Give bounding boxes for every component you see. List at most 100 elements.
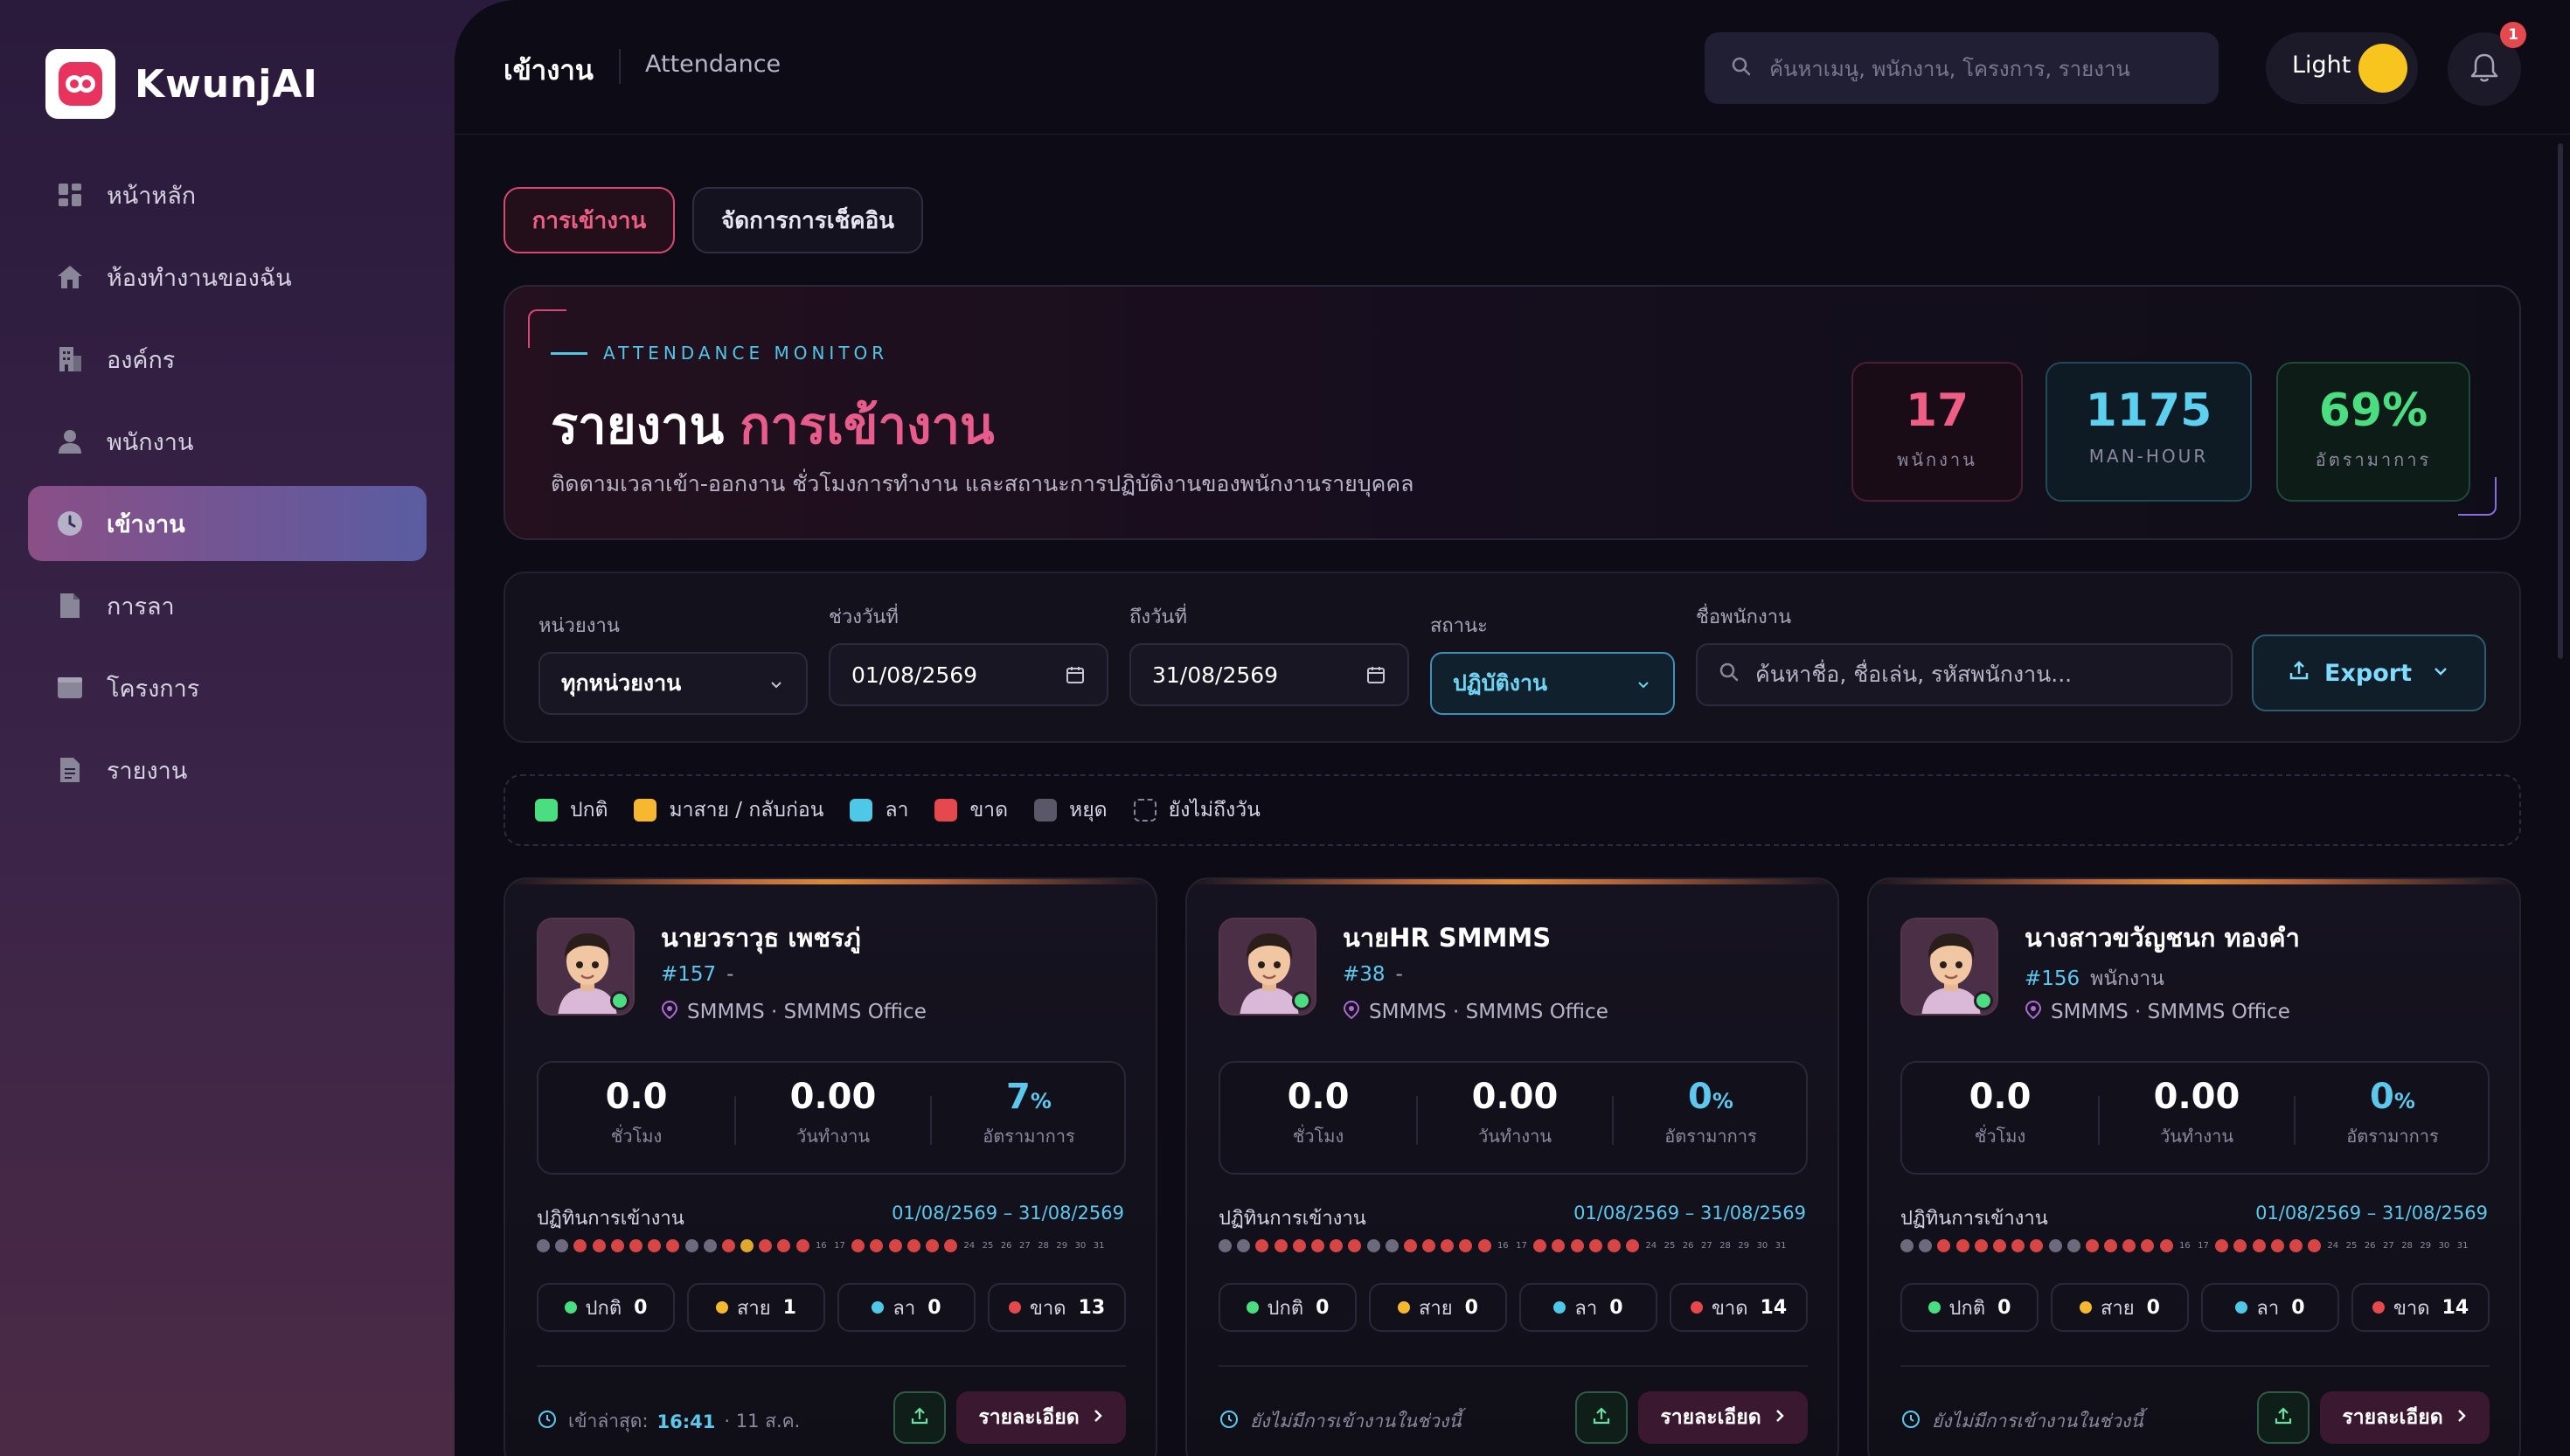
- sidebar-item-home[interactable]: หน้าหลัก: [28, 157, 427, 232]
- upload-button[interactable]: [1575, 1391, 1628, 1444]
- sidebar-item-label: รายงาน: [107, 757, 188, 785]
- sidebar-item-organization[interactable]: องค์กร: [28, 322, 427, 397]
- metric-hours: 0.0 ชั่วโมง: [1902, 1077, 2098, 1150]
- calendar-day: 24: [963, 1241, 976, 1251]
- calendar-day: [1919, 1239, 1933, 1252]
- dashboard-icon: [54, 179, 86, 211]
- stat-label: MAN-HOUR: [2088, 446, 2209, 467]
- upload-button[interactable]: [893, 1391, 946, 1444]
- employee-search-input[interactable]: ค้นหาชื่อ, ชื่อเล่น, รหัสพนักงาน...: [1696, 643, 2233, 706]
- avatar: [1219, 918, 1316, 1016]
- status-count-pill: ลา 0: [2201, 1283, 2339, 1332]
- status-count-pill: ขาด 14: [2351, 1283, 2490, 1332]
- sidebar-item-label: ห้องทำงานของฉัน: [107, 264, 292, 292]
- calendar-day: 17: [834, 1241, 845, 1251]
- stat-employees: 17 พนักงาน: [1851, 362, 2023, 502]
- status-counts: ปกติ 0 สาย 1 ลา 0 ขาด 13: [537, 1283, 1126, 1332]
- metric-workdays: 0.00 วันทำงาน: [2099, 1077, 2295, 1150]
- details-button[interactable]: รายละเอียด: [1638, 1391, 1808, 1444]
- legend-item-holiday: หยุด: [1034, 794, 1108, 826]
- attendance-calendar-label: ปฏิทินการเข้างาน: [537, 1208, 684, 1230]
- metric-hours: 0.0 ชั่วโมง: [1220, 1077, 1416, 1150]
- building-icon: [54, 343, 86, 375]
- location-text: SMMMS · SMMMS Office: [687, 1001, 927, 1023]
- employee-role: -: [726, 963, 734, 986]
- sidebar-item-leave[interactable]: การลา: [28, 568, 427, 643]
- notification-button[interactable]: 1: [2448, 22, 2526, 106]
- tab-checkin-management[interactable]: จัดการการเช็คอิน: [692, 187, 923, 253]
- metric-value: 0%: [2295, 1077, 2490, 1117]
- export-label: Export: [2324, 659, 2412, 687]
- sidebar-item-label: องค์กร: [107, 346, 176, 374]
- status-count-pill: ลา 0: [837, 1283, 976, 1332]
- calendar-day: [1366, 1239, 1380, 1252]
- from-date-label: ช่วงวันที่: [829, 607, 899, 628]
- clock-icon: [537, 1409, 568, 1434]
- employee-id: #38-: [1343, 963, 1403, 986]
- status-count-label: ปกติ: [585, 1297, 622, 1320]
- department-select[interactable]: ทุกหน่วยงาน: [538, 652, 808, 715]
- status-dot: [1008, 1301, 1021, 1314]
- location-pin-icon: [661, 1000, 687, 1024]
- sidebar-item-reports[interactable]: รายงาน: [28, 732, 427, 808]
- legend-swatch: [535, 799, 558, 822]
- tab-attendance[interactable]: การเข้างาน: [504, 187, 675, 253]
- to-date-input[interactable]: 31/08/2569: [1129, 643, 1409, 706]
- calendar-day: 26: [1000, 1241, 1012, 1251]
- details-label: รายละเอียด: [2342, 1406, 2443, 1429]
- hero-kicker: ATTENDANCE MONITOR: [603, 343, 889, 364]
- sidebar-item-my-workspace[interactable]: ห้องทำงานของฉัน: [28, 239, 427, 315]
- folder-icon: [54, 672, 86, 704]
- status-dot: [2080, 1301, 2092, 1314]
- sidebar-item-employees[interactable]: พนักงาน: [28, 404, 427, 479]
- calendar-day: 17: [2198, 1241, 2209, 1251]
- calendar-day: [1974, 1239, 1988, 1252]
- metric-label: อัตรามาการ: [1664, 1126, 1757, 1147]
- upload-icon: [2288, 659, 2310, 688]
- calendar-day: [610, 1239, 624, 1252]
- status-dot: [1553, 1301, 1566, 1314]
- upload-button[interactable]: [2257, 1391, 2310, 1444]
- to-date-label: ถึงวันที่: [1129, 607, 1187, 628]
- calendar-day: [1937, 1239, 1951, 1252]
- status-count-value: 0: [2146, 1296, 2160, 1319]
- status-select[interactable]: ปฏิบัติงาน: [1430, 652, 1675, 715]
- global-search-input[interactable]: ค้นหาเมนู, พนักงาน, โครงการ, รายงาน: [1705, 32, 2219, 104]
- details-button[interactable]: รายละเอียด: [2320, 1391, 2490, 1444]
- rate-unit: %: [1712, 1089, 1733, 1113]
- calendar-day: 29: [2420, 1241, 2432, 1251]
- from-date-input[interactable]: 01/08/2569: [829, 643, 1108, 706]
- calendar-day: [2030, 1239, 2044, 1252]
- legend-item-normal: ปกติ: [535, 794, 608, 826]
- location-text: SMMMS · SMMMS Office: [2051, 1001, 2290, 1023]
- sidebar-item-projects[interactable]: โครงการ: [28, 650, 427, 725]
- metrics-box: 0.0 ชั่วโมง 0.00 วันทำงาน 0% อัตรามาการ: [1219, 1061, 1808, 1175]
- calendar-day: 30: [1756, 1241, 1768, 1251]
- calendar-day: [555, 1239, 569, 1252]
- status-count-label: ปกติ: [1948, 1297, 1986, 1320]
- calendar-day: [2011, 1239, 2025, 1252]
- calendar-day: [2270, 1239, 2284, 1252]
- chevron-right-icon: [1774, 1406, 1786, 1429]
- notification-badge: 1: [2500, 22, 2526, 48]
- metric-label: อัตรามาการ: [983, 1126, 1075, 1147]
- metric-workdays: 0.00 วันทำงาน: [1417, 1077, 1613, 1150]
- metric-label: ชั่วโมง: [1292, 1126, 1344, 1147]
- title-divider: [619, 49, 621, 84]
- calendar-day: 30: [2438, 1241, 2450, 1251]
- export-button[interactable]: Export: [2252, 634, 2486, 711]
- scrollbar[interactable]: [2558, 143, 2563, 659]
- calendar-day: [1626, 1239, 1640, 1252]
- legend-item-leave: ลา: [850, 794, 908, 826]
- theme-label: Light: [2292, 52, 2351, 79]
- employee-location: SMMMS · SMMMS Office: [1343, 1000, 1608, 1024]
- details-label: รายละเอียด: [1660, 1406, 1761, 1429]
- sidebar-item-attendance[interactable]: เข้างาน: [28, 486, 427, 561]
- stat-value: 1175: [2085, 385, 2212, 437]
- employee-location: SMMMS · SMMMS Office: [2025, 1000, 2290, 1024]
- calendar-day: [2233, 1239, 2247, 1252]
- status-legend: ปกติ มาสาย / กลับก่อน ลา ขาด หยุด ยังไม่…: [504, 774, 2521, 846]
- app-logo[interactable]: KwunjAI: [45, 49, 318, 119]
- details-button[interactable]: รายละเอียด: [956, 1391, 1126, 1444]
- theme-toggle[interactable]: Light: [2266, 32, 2418, 104]
